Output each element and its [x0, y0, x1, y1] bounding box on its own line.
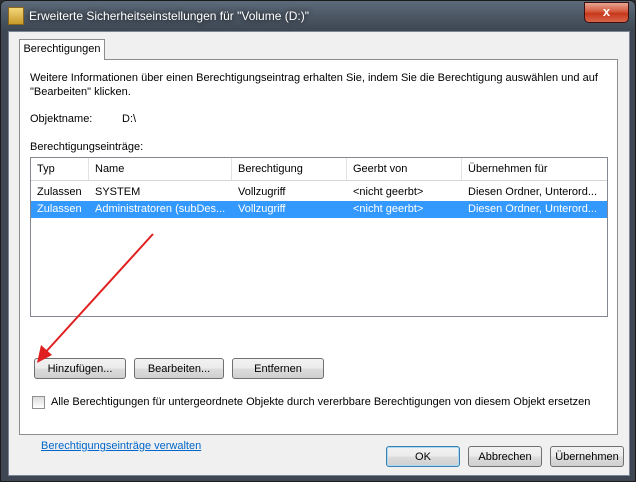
window-title: Erweiterte Sicherheitseinstellungen für …: [29, 9, 309, 23]
title-bar[interactable]: Erweiterte Sicherheitseinstellungen für …: [1, 1, 635, 31]
close-button[interactable]: x: [584, 2, 629, 23]
tab-berechtigungen[interactable]: Berechtigungen: [19, 39, 105, 60]
cell-name: Administratoren (subDes...: [95, 203, 226, 215]
apply-button[interactable]: Übernehmen: [550, 446, 624, 467]
ok-button[interactable]: OK: [386, 446, 460, 467]
object-name-value: D:\: [122, 113, 137, 125]
edit-button[interactable]: Bearbeiten...: [134, 358, 224, 379]
add-button[interactable]: Hinzufügen...: [34, 358, 126, 379]
list-header: Typ Name Berechtigung Geerbt von Überneh…: [31, 158, 607, 181]
info-text: Weitere Informationen über einen Berecht…: [30, 72, 598, 98]
tab-panel: Weitere Informationen über einen Berecht…: [19, 59, 618, 452]
manage-entries-link[interactable]: Berechtigungseinträge verwalten: [41, 440, 201, 452]
cell-typ: Zulassen: [37, 203, 82, 215]
column-header-name[interactable]: Name: [89, 158, 232, 180]
column-header-uebernehmen-fuer[interactable]: Übernehmen für: [462, 158, 607, 180]
column-header-berechtigung[interactable]: Berechtigung: [232, 158, 347, 180]
permission-entries-list[interactable]: Typ Name Berechtigung Geerbt von Überneh…: [30, 157, 608, 317]
cell-uebernehmen-fuer: Diesen Ordner, Unterord...: [468, 203, 598, 215]
dialog-client-area: Berechtigungen Weitere Informationen übe…: [8, 31, 630, 476]
cell-berechtigung: Vollzugriff: [238, 186, 286, 198]
cell-geerbt-von: <nicht geerbt>: [353, 203, 424, 215]
table-row-selected[interactable]: Zulassen Administratoren (subDes... Voll…: [31, 201, 607, 218]
dialog-window: Erweiterte Sicherheitseinstellungen für …: [0, 0, 636, 482]
table-row[interactable]: Zulassen SYSTEM Vollzugriff <nicht geerb…: [31, 184, 607, 201]
column-header-typ[interactable]: Typ: [31, 158, 89, 180]
object-name-label: Objektname:: [30, 113, 93, 125]
cell-geerbt-von: <nicht geerbt>: [353, 186, 424, 198]
replace-permissions-checkbox[interactable]: [32, 396, 45, 409]
cell-name: SYSTEM: [95, 186, 141, 198]
cancel-button[interactable]: Abbrechen: [468, 446, 542, 467]
remove-button[interactable]: Entfernen: [232, 358, 324, 379]
folder-icon: [8, 7, 24, 25]
cell-berechtigung: Vollzugriff: [238, 203, 286, 215]
permission-entries-label: Berechtigungseinträge:: [30, 141, 144, 153]
cell-typ: Zulassen: [37, 186, 82, 198]
column-header-geerbt-von[interactable]: Geerbt von: [347, 158, 462, 180]
cell-uebernehmen-fuer: Diesen Ordner, Unterord...: [468, 186, 598, 198]
replace-permissions-label[interactable]: Alle Berechtigungen für untergeordnete O…: [51, 396, 590, 408]
